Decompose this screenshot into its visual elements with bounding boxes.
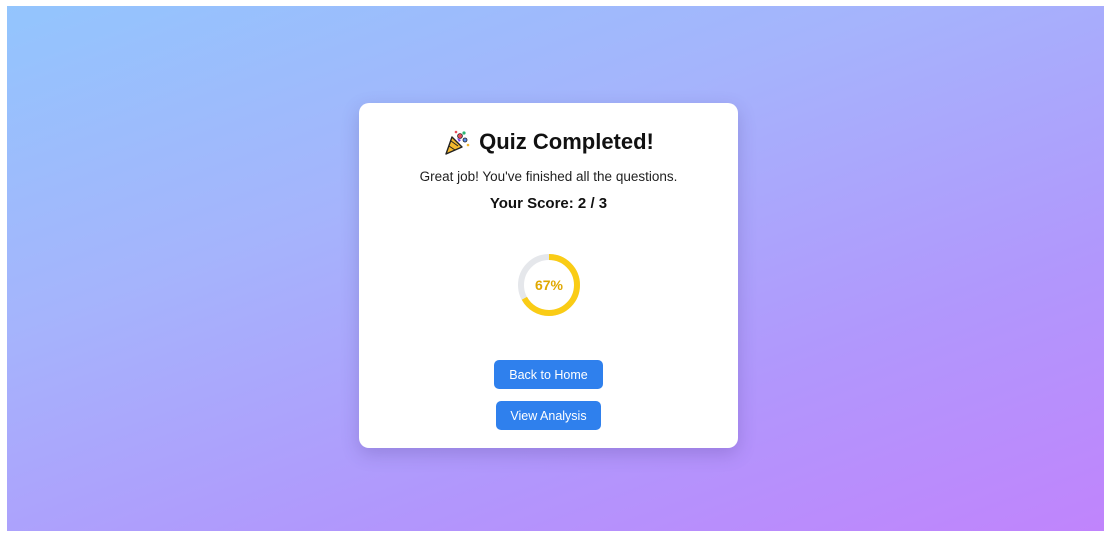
completion-message: Great job! You've finished all the quest…: [419, 169, 678, 184]
progress-percent-label: 67%: [534, 277, 564, 293]
page-background: Quiz Completed! Great job! You've finish…: [7, 6, 1104, 531]
view-analysis-button[interactable]: View Analysis: [496, 401, 601, 430]
result-card: Quiz Completed! Great job! You've finish…: [359, 103, 738, 448]
party-popper-icon: [443, 128, 471, 156]
score-text: Your Score: 2 / 3: [489, 195, 608, 212]
page-title: Quiz Completed!: [479, 129, 654, 154]
back-to-home-button[interactable]: Back to Home: [494, 360, 603, 389]
score-progress-ring: 67%: [516, 252, 582, 318]
result-header: Quiz Completed!: [359, 127, 738, 157]
